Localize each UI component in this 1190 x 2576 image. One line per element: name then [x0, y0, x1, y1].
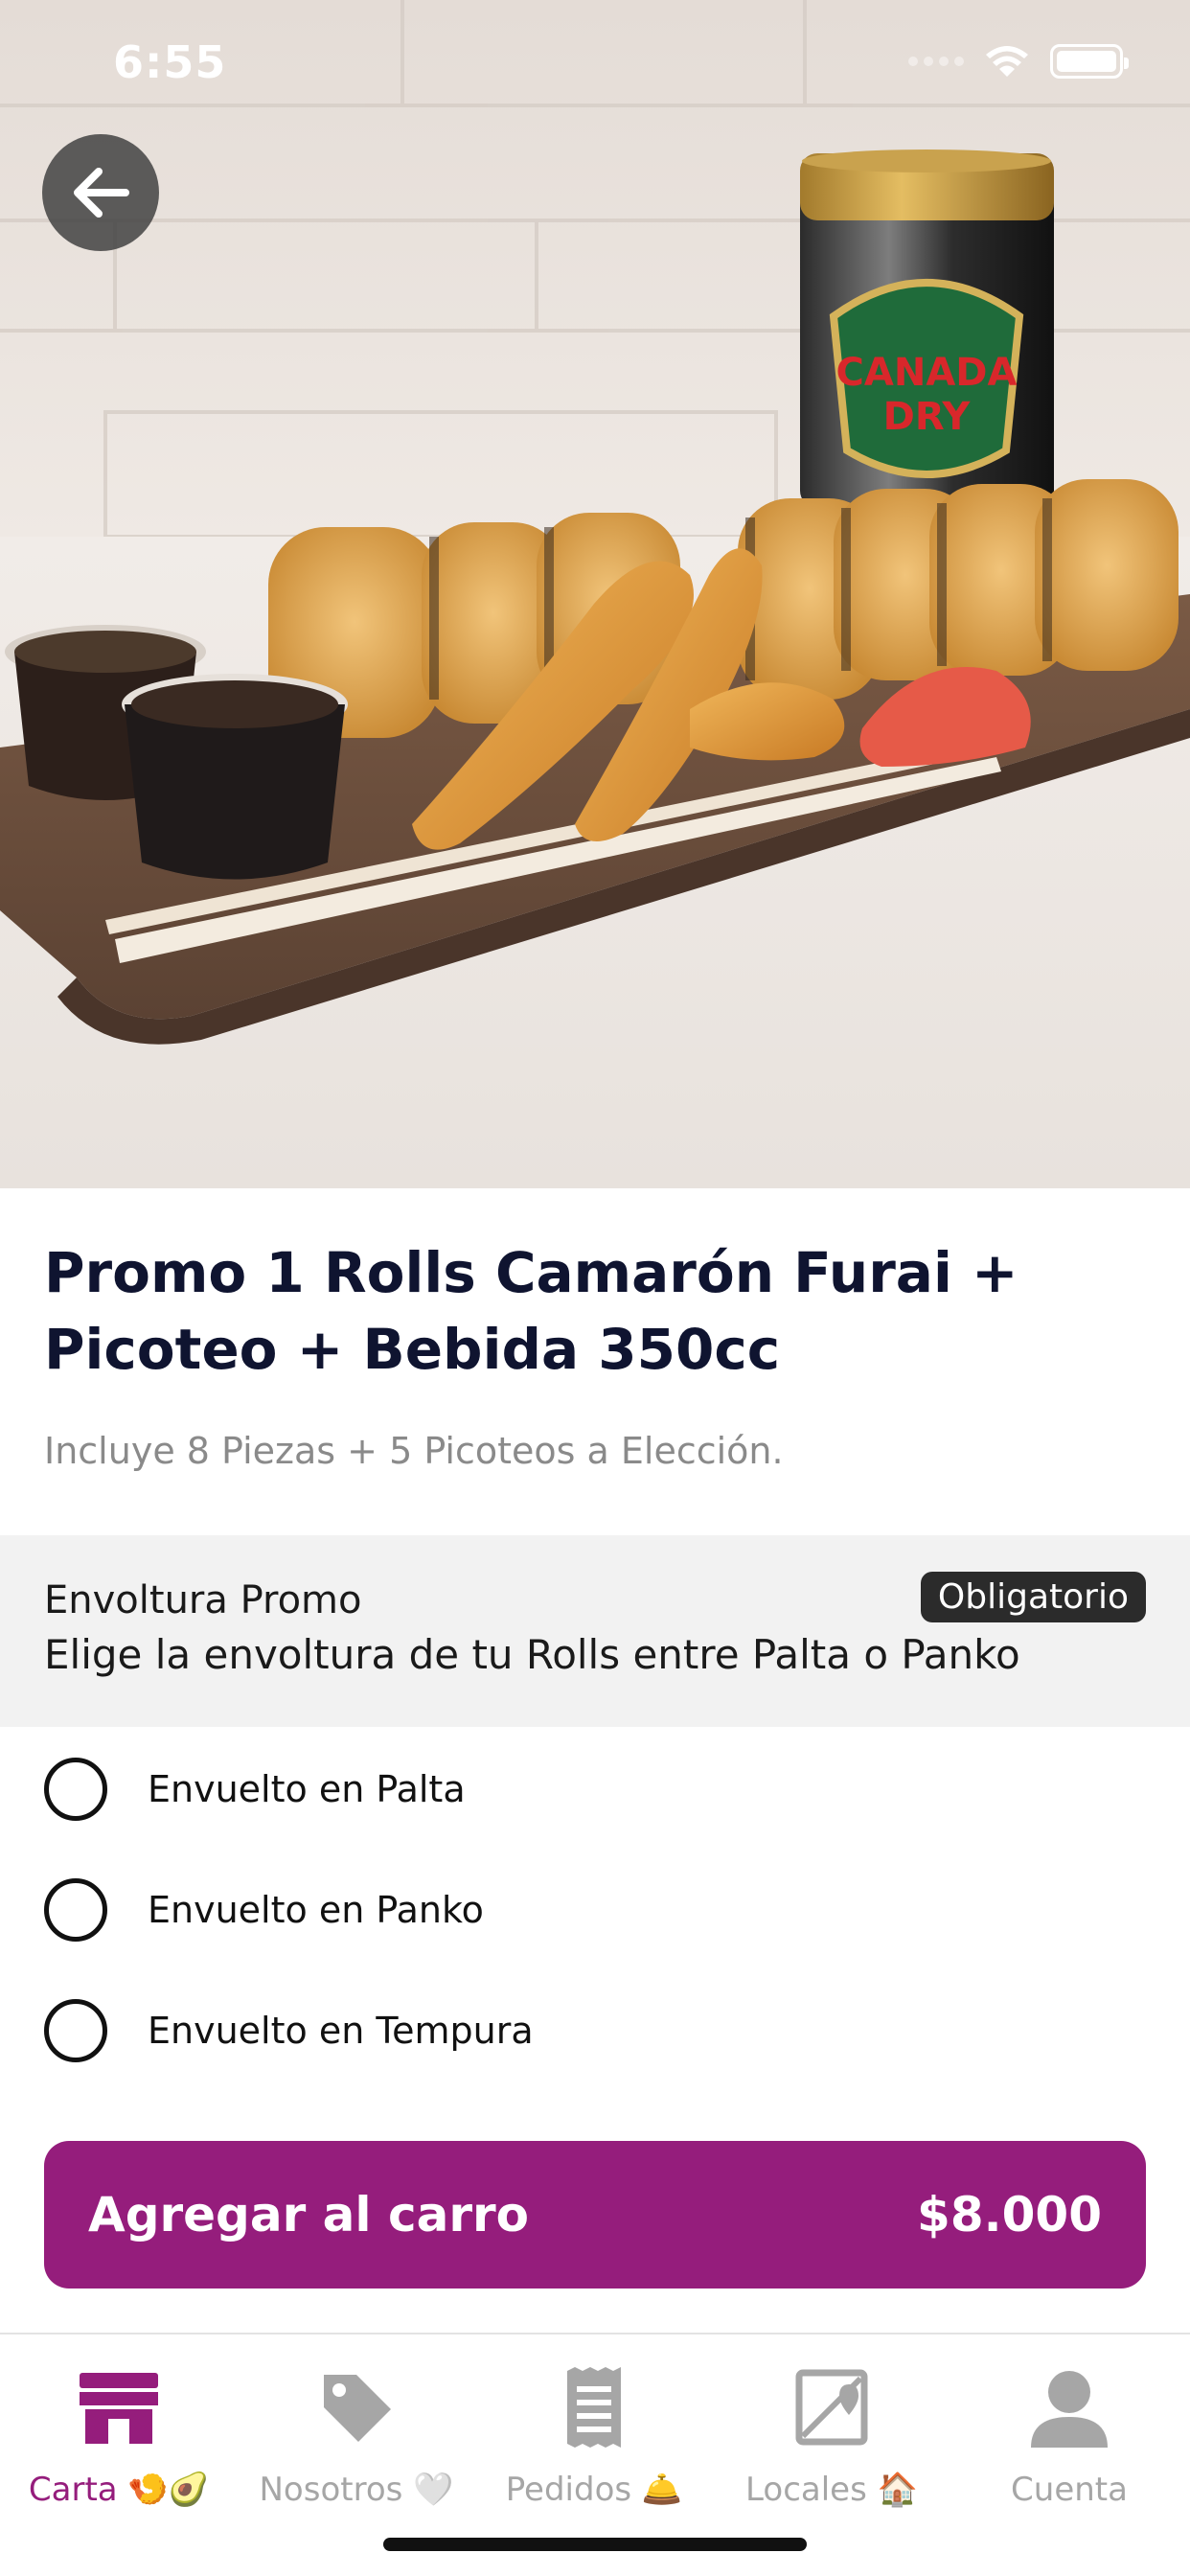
option-palta[interactable]: Envuelto en Palta: [44, 1746, 1146, 1832]
product-description: Incluye 8 Piezas + 5 Picoteos a Elección…: [44, 1430, 784, 1472]
required-badge: Obligatorio: [920, 1572, 1146, 1622]
radio-button[interactable]: [44, 1999, 107, 2062]
option-group-name: Envoltura Promo: [44, 1578, 362, 1622]
product-title: Promo 1 Rolls Camarón Furai + Picoteo + …: [44, 1240, 1018, 1382]
tab-label: Carta 🍤🥑: [28, 2471, 210, 2509]
back-button[interactable]: [42, 134, 159, 251]
add-to-cart-label: Agregar al carro: [88, 2187, 529, 2242]
option-group-header: Envoltura Promo Obligatorio Elige la env…: [0, 1535, 1190, 1727]
can-brand-line2: DRY: [883, 395, 972, 439]
tag-icon: [324, 2375, 391, 2442]
home-indicator: [383, 2538, 807, 2551]
price: $8.000: [917, 2187, 1102, 2242]
status-time: 6:55: [113, 36, 227, 88]
radio-button[interactable]: [44, 1758, 107, 1821]
cellular-signal-icon: [908, 57, 964, 66]
radio-button[interactable]: [44, 1878, 107, 1942]
tab-label: Nosotros 🤍: [259, 2471, 454, 2509]
tab-label: Locales 🏠: [745, 2471, 918, 2509]
tab-cuenta[interactable]: Cuenta: [950, 2361, 1188, 2524]
option-panko[interactable]: Envuelto en Panko: [44, 1867, 1146, 1953]
add-to-cart-button[interactable]: Agregar al carro $8.000: [44, 2141, 1146, 2288]
option-group-description: Elige la envoltura de tu Rolls entre Pal…: [44, 1631, 1020, 1678]
status-bar: 6:55: [0, 0, 1190, 126]
map-icon: [795, 2369, 868, 2446]
tab-pedidos[interactable]: Pedidos 🛎️: [475, 2361, 713, 2524]
arrow-left-icon: [74, 168, 129, 218]
can-brand-line1: CANADA: [836, 351, 1018, 395]
wifi-icon: [986, 46, 1028, 77]
option-label: Envuelto en Tempura: [148, 2010, 534, 2052]
receipt-icon: [567, 2367, 621, 2448]
product-image: CANADA DRY: [0, 0, 1190, 1188]
tab-locales[interactable]: Locales 🏠: [713, 2361, 950, 2524]
user-icon: [1031, 2371, 1108, 2448]
tab-label: Cuenta: [1011, 2471, 1128, 2509]
store-icon: [80, 2373, 158, 2444]
tab-label: Pedidos 🛎️: [505, 2471, 683, 2509]
tab-nosotros[interactable]: Nosotros 🤍: [238, 2361, 475, 2524]
option-label: Envuelto en Panko: [148, 1889, 484, 1931]
tab-carta[interactable]: Carta 🍤🥑: [0, 2361, 238, 2524]
battery-icon: [1050, 44, 1129, 79]
option-tempura[interactable]: Envuelto en Tempura: [44, 1988, 1146, 2074]
option-label: Envuelto en Palta: [148, 1768, 466, 1810]
status-icons: [908, 44, 1129, 79]
